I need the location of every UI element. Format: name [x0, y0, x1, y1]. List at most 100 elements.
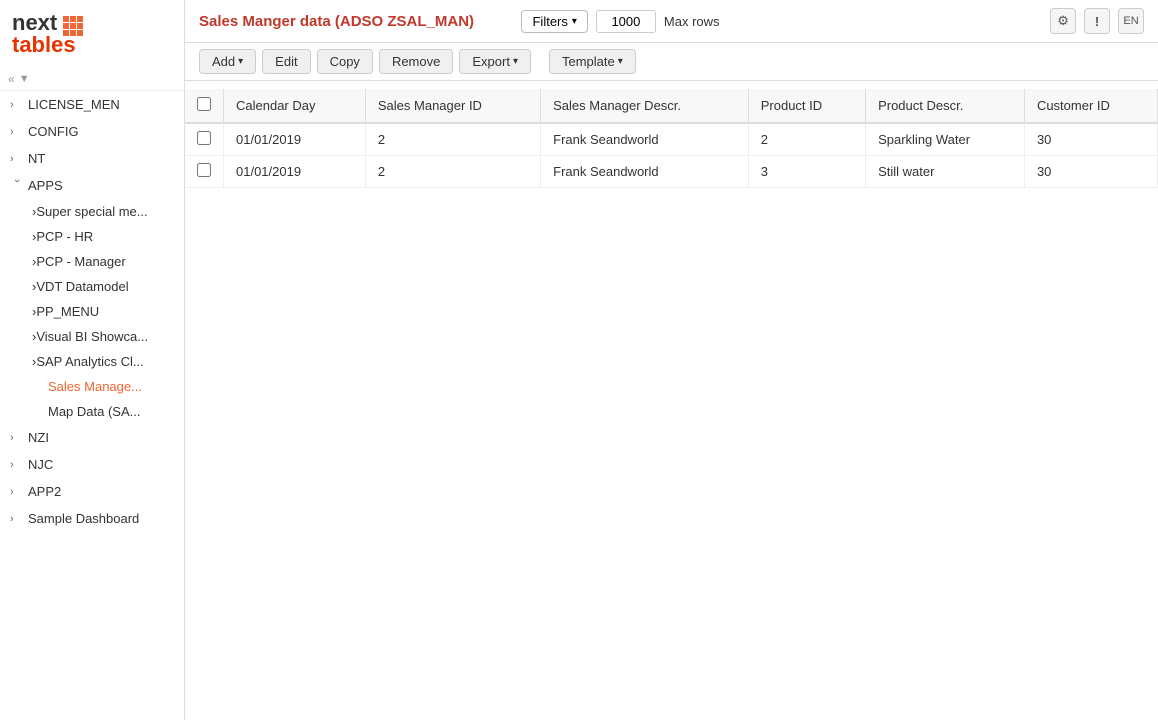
sidebar-item-pcp-hr[interactable]: › PCP - HR	[0, 224, 184, 249]
max-rows-input[interactable]	[596, 10, 656, 33]
edit-button[interactable]: Edit	[262, 49, 310, 74]
cell-product-id: 2	[748, 123, 865, 156]
cell-calendar-day: 01/01/2019	[224, 123, 366, 156]
toolbar: Add ▾ Edit Copy Remove Export ▾ Template…	[185, 43, 1158, 81]
sidebar-dropdown-icon[interactable]: ▼	[19, 73, 30, 85]
chevron-right-icon: ›	[10, 486, 24, 498]
sidebar-collapse-bar[interactable]: « ▼	[0, 68, 184, 91]
cell-sales-manager-id: 2	[365, 123, 540, 156]
filters-button[interactable]: Filters ▾	[521, 10, 587, 33]
col-product-id[interactable]: Product ID	[748, 89, 865, 123]
language-button[interactable]: EN	[1118, 8, 1144, 34]
sidebar-item-nt[interactable]: › NT	[0, 145, 184, 172]
chevron-right-icon: ›	[10, 153, 24, 165]
sidebar-item-label: LICENSE_MEN	[28, 97, 120, 112]
add-label: Add	[212, 54, 235, 69]
sidebar-item-label: NZI	[28, 430, 49, 445]
filters-label: Filters	[532, 14, 567, 29]
info-icon-button[interactable]: !	[1084, 8, 1110, 34]
table-row: 01/01/2019 2 Frank Seandworld 2 Sparklin…	[185, 123, 1158, 156]
sidebar-item-label: APPS	[28, 178, 63, 193]
row-checkbox[interactable]	[197, 163, 211, 177]
logo-tables: tables	[12, 32, 83, 58]
cell-customer-id: 30	[1024, 123, 1157, 156]
cell-sales-manager-id: 2	[365, 156, 540, 188]
chevron-right-icon: ›	[10, 432, 24, 444]
gear-icon: ⚙	[1057, 13, 1069, 29]
chevron-right-icon: ›	[10, 99, 24, 111]
cell-calendar-day: 01/01/2019	[224, 156, 366, 188]
sidebar-item-visual-bi[interactable]: › Visual BI Showca...	[0, 324, 184, 349]
logo: next tables	[0, 0, 184, 68]
settings-icon-button[interactable]: ⚙	[1050, 8, 1076, 34]
language-label: EN	[1123, 15, 1138, 27]
sidebar-item-label: NT	[28, 151, 45, 166]
chevron-right-icon: ›	[10, 513, 24, 525]
template-arrow-icon: ▾	[618, 56, 623, 67]
col-product-descr[interactable]: Product Descr.	[866, 89, 1025, 123]
sidebar-item-label: SAP Analytics Cl...	[36, 354, 143, 369]
sidebar-item-pp-menu[interactable]: › PP_MENU	[0, 299, 184, 324]
col-sales-manager-descr[interactable]: Sales Manager Descr.	[541, 89, 749, 123]
edit-label: Edit	[275, 54, 297, 69]
sidebar-item-njc[interactable]: › NJC	[0, 451, 184, 478]
remove-label: Remove	[392, 54, 440, 69]
sidebar-item-config[interactable]: › CONFIG	[0, 118, 184, 145]
col-sales-manager-id[interactable]: Sales Manager ID	[365, 89, 540, 123]
sidebar-item-map-data[interactable]: Map Data (SA...	[0, 399, 184, 424]
sidebar: next tables « ▼ › LICENSE_MEN › CONFIG ›…	[0, 0, 185, 720]
add-arrow-icon: ▾	[238, 56, 243, 67]
table-area: Calendar Day Sales Manager ID Sales Mana…	[185, 81, 1158, 720]
sidebar-item-label: CONFIG	[28, 124, 79, 139]
row-checkbox[interactable]	[197, 131, 211, 145]
select-all-header[interactable]	[185, 89, 224, 123]
copy-label: Copy	[330, 54, 360, 69]
sidebar-item-apps[interactable]: › APPS	[0, 172, 184, 199]
sidebar-item-pcp-manager[interactable]: › PCP - Manager	[0, 249, 184, 274]
export-button[interactable]: Export ▾	[459, 49, 531, 74]
top-bar: Sales Manger data (ADSO ZSAL_MAN) Filter…	[185, 0, 1158, 43]
sidebar-item-app2[interactable]: › APP2	[0, 478, 184, 505]
filters-arrow-icon: ▾	[572, 16, 577, 27]
sidebar-item-label: Map Data (SA...	[48, 404, 140, 419]
select-all-checkbox[interactable]	[197, 97, 211, 111]
sidebar-item-label: Super special me...	[36, 204, 147, 219]
copy-button[interactable]: Copy	[317, 49, 373, 74]
sidebar-item-label: PCP - HR	[36, 229, 93, 244]
sidebar-item-label: Sales Manage...	[48, 379, 142, 394]
sidebar-item-sap-analytics[interactable]: › SAP Analytics Cl...	[0, 349, 184, 374]
sidebar-item-label: VDT Datamodel	[36, 279, 128, 294]
logo-text: next tables	[12, 10, 83, 58]
page-title: Sales Manger data (ADSO ZSAL_MAN)	[199, 13, 513, 30]
sidebar-item-super-special[interactable]: › Super special me...	[0, 199, 184, 224]
cell-sales-manager-descr: Frank Seandworld	[541, 123, 749, 156]
chevron-down-icon: ›	[11, 179, 23, 193]
row-checkbox-cell[interactable]	[185, 123, 224, 156]
export-label: Export	[472, 54, 510, 69]
sidebar-item-label: Visual BI Showca...	[36, 329, 148, 344]
remove-button[interactable]: Remove	[379, 49, 453, 74]
table-row: 01/01/2019 2 Frank Seandworld 3 Still wa…	[185, 156, 1158, 188]
sidebar-item-label: PP_MENU	[36, 304, 99, 319]
sidebar-collapse-icon[interactable]: «	[8, 72, 15, 86]
col-calendar-day[interactable]: Calendar Day	[224, 89, 366, 123]
sidebar-item-nzi[interactable]: › NZI	[0, 424, 184, 451]
info-icon: !	[1095, 14, 1099, 29]
col-customer-id[interactable]: Customer ID	[1024, 89, 1157, 123]
sidebar-item-sales-manager[interactable]: Sales Manage...	[0, 374, 184, 399]
chevron-right-icon: ›	[10, 459, 24, 471]
template-label: Template	[562, 54, 615, 69]
template-button[interactable]: Template ▾	[549, 49, 636, 74]
table-header-row: Calendar Day Sales Manager ID Sales Mana…	[185, 89, 1158, 123]
chevron-right-icon: ›	[10, 126, 24, 138]
cell-product-id: 3	[748, 156, 865, 188]
row-checkbox-cell[interactable]	[185, 156, 224, 188]
sidebar-item-license-men[interactable]: › LICENSE_MEN	[0, 91, 184, 118]
add-button[interactable]: Add ▾	[199, 49, 256, 74]
max-rows-label: Max rows	[664, 14, 720, 29]
sidebar-item-sample-dashboard[interactable]: › Sample Dashboard	[0, 505, 184, 532]
cell-product-descr: Still water	[866, 156, 1025, 188]
sidebar-item-vdt-datamodel[interactable]: › VDT Datamodel	[0, 274, 184, 299]
sidebar-item-label: PCP - Manager	[36, 254, 125, 269]
main-content: Sales Manger data (ADSO ZSAL_MAN) Filter…	[185, 0, 1158, 720]
